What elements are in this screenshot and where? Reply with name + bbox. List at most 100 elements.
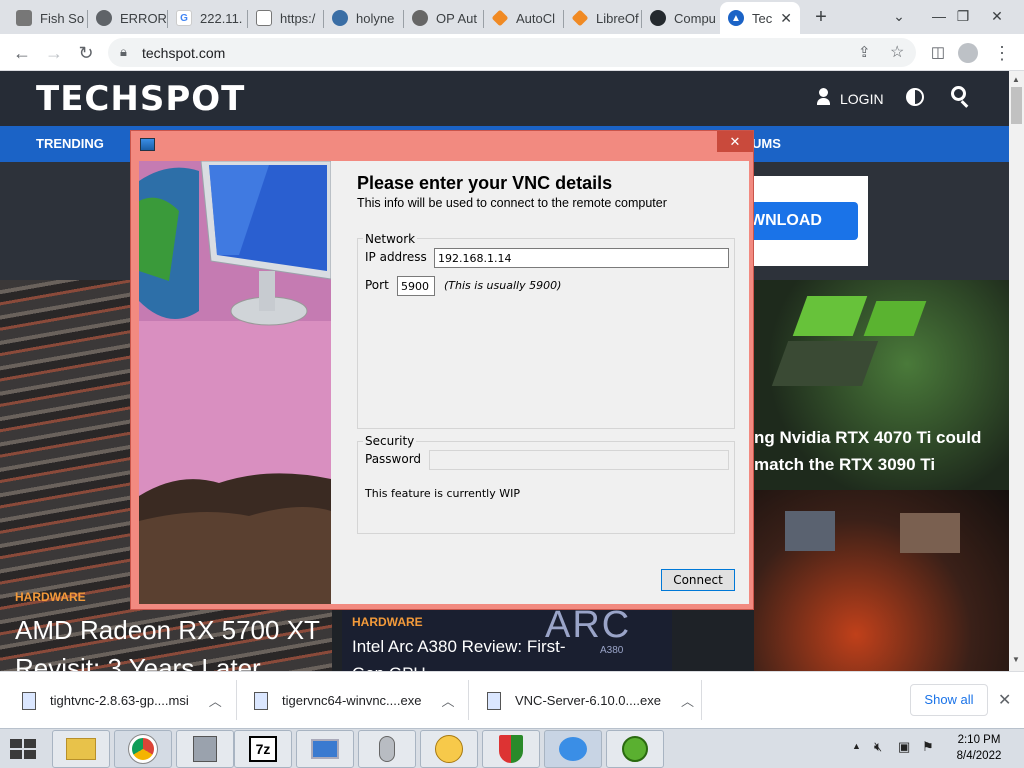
arc-badge-sub: A380 [600,645,624,656]
chrome-icon[interactable] [114,730,172,768]
mouse-icon[interactable] [358,730,416,768]
show-all-button[interactable]: Show all [910,684,988,716]
tab-favicon-icon [16,10,32,26]
browser-tab[interactable]: https:/ [248,2,324,34]
vnc-dialog: ✕ Please enter your VNC details This inf… [130,130,754,610]
search-icon[interactable] [951,86,966,101]
reload-icon[interactable]: ↻ [74,41,98,65]
restore-icon[interactable]: ❐ [948,2,978,30]
browser-tab[interactable]: OP Aut [404,2,484,34]
techspot-logo[interactable]: TECHSPOT [36,79,245,119]
clock-date[interactable]: 8/4/2022 [955,750,1003,762]
theme-toggle-icon[interactable] [906,88,924,106]
lock-icon: 🔒︎ [120,44,127,59]
download-item[interactable]: tigervnc64-winvnc....exe ︿ [254,672,454,729]
wip-note: This feature is currently WIP [365,487,520,500]
url-text: techspot.com [142,45,226,61]
7zip-icon[interactable]: 7z [234,730,292,768]
back-icon[interactable]: ← [10,41,34,65]
vnc-app-icon [140,138,155,151]
show-hidden-icons[interactable]: ▲ [852,741,861,751]
connect-button[interactable]: Connect [661,569,735,591]
browser-tab[interactable]: Compu [642,2,720,34]
nav-forums[interactable]: UMS [752,136,781,151]
clock-time[interactable]: 2:10 PM [955,734,1003,746]
browser-tab-strip: Fish So ERROR G 222.11. https:/ holyne O… [0,0,1024,34]
download-item[interactable]: tightvnc-2.8.63-gp....msi ︿ [22,672,222,729]
close-download-bar-icon[interactable]: ✕ [998,690,1011,710]
cpu-chip-icon[interactable] [606,730,664,768]
dialog-subheading: This info will be used to connect to the… [357,196,667,210]
browser-tab-active[interactable]: ▲ Tec ✕ [720,2,800,34]
nerd-face-icon[interactable] [420,730,478,768]
port-label: Port [365,278,389,292]
network-icon[interactable]: ▣ [898,739,910,755]
menu-kebab-icon[interactable]: ⋮ [990,41,1014,65]
port-hint: (This is usually 5900) [444,279,562,292]
address-bar[interactable]: 🔒︎ techspot.com ⇪ ☆ [108,38,916,67]
download-filename: VNC-Server-6.10.0....exe [515,693,661,708]
browser-tab[interactable]: Fish So [8,2,88,34]
browser-tab[interactable]: holyne [324,2,404,34]
chevron-up-icon[interactable]: ︿ [441,691,454,710]
download-bar: tightvnc-2.8.63-gp....msi ︿ tigervnc64-w… [0,671,1024,728]
chevron-up-icon[interactable]: ︿ [681,691,694,710]
new-tab-button[interactable]: + [810,6,832,29]
close-window-icon[interactable]: ✕ [982,2,1012,30]
security-shield-icon[interactable] [482,730,540,768]
article-title-left[interactable]: AMD Radeon RX 5700 XT Revisit: 3 Years L… [15,611,325,671]
browser-tab[interactable]: AutoCl [484,2,564,34]
start-button[interactable] [8,737,38,761]
article-category[interactable]: HARDWARE [15,590,86,604]
github-icon [650,10,666,26]
article-title-mid[interactable]: Intel Arc A380 Review: First-Gen GPU [352,633,572,671]
action-center-icon[interactable]: ⚑ [922,739,934,755]
browser-tab[interactable]: LibreOf [564,2,642,34]
volume-muted-icon[interactable]: 🔇︎ [874,739,882,755]
tab-title: Tec [752,10,773,26]
techspot-icon: ▲ [728,10,744,26]
profile-avatar[interactable] [958,43,978,63]
share-icon[interactable]: ⇪ [858,43,871,61]
vnc-viewer-taskbar-icon[interactable] [544,730,602,768]
bookmark-star-icon[interactable]: ☆ [890,42,904,62]
browser-tab[interactable]: ERROR [88,2,168,34]
dialog-close-button[interactable]: ✕ [717,131,753,152]
google-icon: G [176,10,192,26]
page-scrollbar[interactable]: ▲ ▼ [1009,71,1024,671]
login-link[interactable]: LOGIN [840,91,884,107]
password-label: Password [365,452,422,466]
tab-search-icon[interactable]: ⌄ [884,2,914,30]
tab-title: AutoCl [516,10,556,26]
download-item[interactable]: VNC-Server-6.10.0....exe ︿ [487,672,694,729]
download-filename: tightvnc-2.8.63-gp....msi [50,693,189,708]
forward-icon[interactable]: → [42,41,66,65]
close-tab-icon[interactable]: ✕ [780,10,792,27]
nav-trending[interactable]: TRENDING [36,136,104,151]
tab-title: Compu [674,10,716,26]
side-panel-icon[interactable]: ◫ [926,41,950,65]
page-icon [256,10,272,26]
dialog-client-area: Please enter your VNC details This info … [139,161,749,604]
browser-tab[interactable]: G 222.11. [168,2,248,34]
dialog-side-artwork [139,161,331,604]
promo-banner[interactable]: WNLOAD [740,176,868,266]
chevron-up-icon[interactable]: ︿ [209,691,222,710]
tab-title: https:/ [280,10,316,26]
computer-icon[interactable] [296,730,354,768]
user-icon[interactable] [817,88,831,106]
tab-title: OP Aut [436,10,477,26]
tab-title: Fish So [40,10,85,26]
browser-toolbar: ← → ↻ 🔒︎ techspot.com ⇪ ☆ ◫ ⋮ [0,34,1024,71]
site-header: TECHSPOT LOGIN [0,71,1009,126]
tab-title: holyne [356,10,395,26]
install-manager-icon[interactable] [176,730,234,768]
installer-file-icon [254,691,268,710]
download-button[interactable]: WNLOAD [740,202,858,240]
file-explorer-icon[interactable] [52,730,110,768]
article-title-right[interactable]: ng Nvidia RTX 4070 Ti could match the RT… [754,424,1004,478]
ip-address-input[interactable]: 192.168.1.14 [434,248,729,268]
port-input[interactable]: 5900 [397,276,435,296]
download-filename: tigervnc64-winvnc....exe [282,693,422,708]
article-category[interactable]: HARDWARE [352,615,423,629]
